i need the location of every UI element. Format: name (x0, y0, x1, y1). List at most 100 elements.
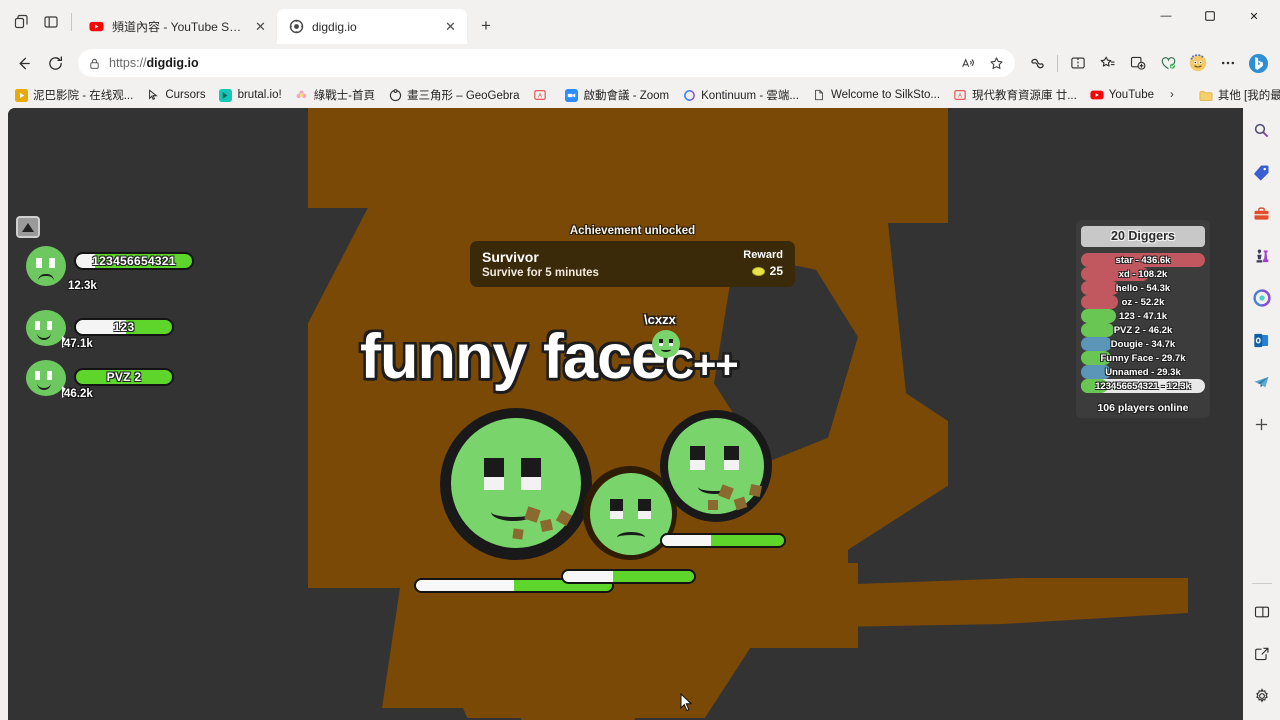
player-score: 47.1k (64, 338, 93, 350)
player-name: 123 (113, 320, 135, 334)
collapse-arrow-icon (22, 222, 34, 232)
open-in-new-icon[interactable] (1248, 640, 1276, 668)
leaderboard-row: Unnamed - 29.3k (1081, 365, 1205, 379)
shopping-tag-icon[interactable] (1248, 158, 1276, 186)
close-icon[interactable]: ✕ (442, 18, 459, 35)
split-pane-icon[interactable] (1248, 598, 1276, 626)
digdig-icon (288, 19, 304, 35)
back-icon[interactable] (8, 48, 38, 78)
collections-star-icon[interactable] (1094, 49, 1122, 77)
more-icon[interactable] (1214, 49, 1242, 77)
brutal-icon (219, 88, 233, 102)
close-window-button[interactable]: ✕ (1232, 0, 1276, 32)
bookmark-item[interactable]: Kontinuum - 雲端... (676, 84, 805, 106)
dirt-chunk (512, 528, 524, 540)
folder-icon (1199, 88, 1213, 102)
tools-briefcase-icon[interactable] (1248, 200, 1276, 228)
eye-icon (484, 458, 504, 490)
zoom-icon (565, 88, 579, 102)
health-fill (662, 535, 711, 546)
address-bar[interactable]: https://digdig.io (78, 49, 1015, 77)
tab-youtube-studio[interactable]: 頻道內容 - YouTube Studio ✕ (77, 9, 277, 44)
bookmark-item[interactable]: Cursors (140, 85, 211, 105)
bookmark-item[interactable]: 畫三角形 – GeoGebra (382, 84, 525, 106)
mouth-icon (38, 274, 54, 281)
minimap-toggle-button[interactable] (16, 216, 40, 238)
bookmark-item[interactable]: 泥巴影院 - 在线观... (8, 84, 139, 106)
player-health-bar: 123 (74, 318, 174, 336)
search-icon[interactable] (1248, 116, 1276, 144)
bookmark-label: 現代教育資源庫 廿... (972, 90, 1077, 102)
maximize-button[interactable] (1188, 0, 1232, 32)
leaderboard-label: 123 - 47.1k (1118, 310, 1168, 322)
leaderboard-rows: star - 436.6k xd - 108.2k hello - 54.3k oz … (1081, 253, 1205, 393)
player-face-avatar (26, 310, 66, 346)
add-collection-icon[interactable] (1124, 49, 1152, 77)
bookmark-item[interactable]: YouTube (1084, 85, 1160, 105)
outlook-icon[interactable] (1248, 326, 1276, 354)
other-favorites-folder[interactable]: 其他 [我的最愛] (1193, 84, 1280, 106)
svg-text:A: A (538, 94, 542, 100)
bookmark-item[interactable]: A (527, 85, 558, 105)
players-online-text: 106 players online (1097, 402, 1189, 414)
tab-digdig[interactable]: digdig.io ✕ (277, 9, 467, 44)
tab-actions-icon[interactable] (36, 7, 66, 37)
tab-title: 頻道內容 - YouTube Studio (112, 20, 244, 34)
bookmark-item[interactable]: A 現代教育資源庫 廿... (947, 84, 1083, 106)
world-title-main: funny face (360, 322, 666, 392)
health-fill (563, 571, 613, 582)
read-aloud-icon[interactable] (955, 51, 981, 75)
leaderboard-label: Dougie - 34.7k (1110, 338, 1176, 350)
minimize-button[interactable]: — (1144, 0, 1188, 32)
tab-search-icon[interactable] (6, 7, 36, 37)
bookmark-label: Kontinuum - 雲端... (701, 90, 799, 102)
kontinuum-icon (682, 88, 696, 102)
copilot-icon[interactable] (1248, 284, 1276, 312)
bookmarks-overflow-chevron-icon[interactable]: › (1165, 86, 1179, 104)
bookmark-label: 泥巴影院 - 在线观... (33, 90, 134, 102)
digdig-game-canvas[interactable]: 123456654321 12.3k 123 47.1k PVZ 2 46.2k… (8, 108, 1243, 720)
favorite-star-icon[interactable] (983, 51, 1009, 75)
cursor-icon (146, 88, 160, 102)
new-tab-button[interactable]: + (472, 12, 500, 40)
leaderboard-row: PVZ 2 - 46.2k (1081, 323, 1205, 337)
eye-icon (610, 499, 623, 520)
settings-gear-icon[interactable] (1248, 682, 1276, 710)
health-fill (416, 580, 514, 591)
leaderboard-row: 123 - 47.1k (1081, 309, 1205, 323)
nearby-players-list: 123456654321 12.3k 123 47.1k PVZ 2 46.2k (26, 246, 194, 410)
eye-icon (638, 499, 651, 520)
browser-essentials-icon[interactable] (1154, 49, 1182, 77)
leaderboard-row: star - 436.6k (1081, 253, 1205, 267)
close-icon[interactable]: ✕ (252, 18, 269, 35)
games-icon[interactable] (1248, 242, 1276, 270)
add-icon[interactable] (1248, 410, 1276, 438)
lock-icon (88, 57, 101, 70)
dirt-chunk (708, 500, 718, 510)
leaderboard-label: 123456654321 - 12.3k (1095, 380, 1191, 392)
bookmark-item[interactable]: brutal.io! (213, 85, 288, 105)
bookmark-item[interactable]: 啟動會議 - Zoom (559, 84, 676, 106)
edge-sidebar (1243, 108, 1280, 720)
refresh-icon[interactable] (40, 48, 70, 78)
leaderboard-label: Unnamed - 29.3k (1105, 366, 1181, 378)
split-screen-icon[interactable] (1064, 49, 1092, 77)
telegram-icon[interactable] (1248, 368, 1276, 396)
eye-icon (724, 446, 739, 470)
leaderboard-row: Funny Face - 29.7k (1081, 351, 1205, 365)
world-health-bar (660, 533, 786, 548)
bookmark-label: 綠戰士-首頁 (313, 90, 376, 102)
reward-value: 25 (769, 264, 783, 278)
bookmark-item[interactable]: 綠戰士-首頁 (289, 84, 381, 106)
profile-icon[interactable] (1184, 49, 1212, 77)
eye-icon (47, 321, 52, 330)
leaderboard-row: oz - 52.2k (1081, 295, 1205, 309)
page-viewport: 123456654321 12.3k 123 47.1k PVZ 2 46.2k… (0, 108, 1280, 720)
leaderboard-row: xd - 108.2k (1081, 267, 1205, 281)
bookmark-item[interactable]: Welcome to SilkSto... (806, 85, 946, 105)
player-health-bar-wrap: 123456654321 (74, 252, 194, 270)
achievement-reward: Reward 25 (743, 249, 783, 278)
bookmark-label: 畫三角形 – GeoGebra (407, 90, 520, 102)
copilot-icon[interactable] (1023, 49, 1051, 77)
bing-icon[interactable] (1244, 49, 1272, 77)
